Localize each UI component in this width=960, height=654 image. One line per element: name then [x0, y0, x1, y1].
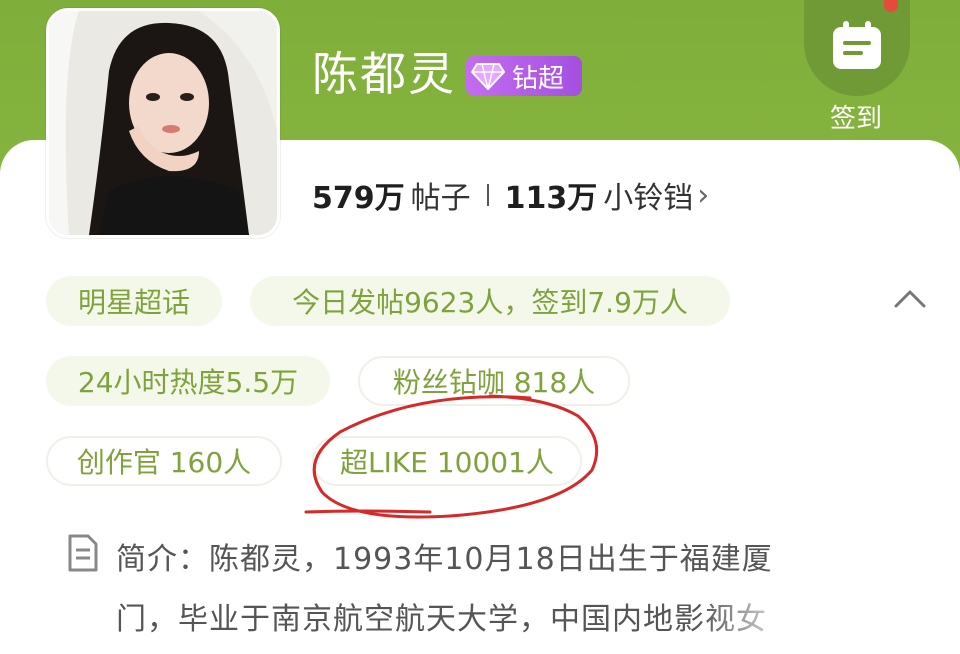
tag-heat[interactable]: 24小时热度5.5万 [46, 356, 330, 406]
avatar-photo [49, 11, 277, 235]
document-icon [66, 534, 100, 572]
bells-label: 小铃铛 [603, 181, 694, 216]
posts-count: 579万 [312, 181, 405, 216]
chevron-right-icon: › [697, 177, 710, 213]
chevron-up-icon[interactable] [890, 282, 930, 316]
tag-category[interactable]: 明星超话 [46, 276, 222, 326]
posts-label: 帖子 [410, 181, 471, 216]
badge-label: 钻超 [512, 63, 565, 94]
vip-badge[interactable]: 钻超 [466, 56, 582, 96]
tag-super-like[interactable]: 超LIKE 10001人 [312, 436, 582, 486]
bells-count: 113万 [504, 181, 598, 216]
stats-divider [486, 184, 489, 206]
watermark-overlay [700, 594, 950, 654]
tag-today-stats[interactable]: 今日发帖9623人，签到7.9万人 [250, 276, 730, 326]
page-title: 陈都灵 [312, 47, 456, 101]
calendar-icon [831, 21, 883, 75]
stats-row[interactable]: 579万 帖子 113万 小铃铛 › [312, 170, 709, 220]
intro-text-line-2: 门，毕业于南京航空航天大学，中国内地影视女 [116, 602, 767, 637]
signin-label[interactable]: 签到 [806, 98, 906, 135]
avatar[interactable] [46, 8, 280, 238]
diamond-icon [466, 56, 510, 96]
tag-creators[interactable]: 创作官 160人 [46, 436, 282, 486]
tag-fans[interactable]: 粉丝钻咖 818人 [358, 356, 630, 406]
intro-text-line-1: 简介：陈都灵，1993年10月18日出生于福建厦 [116, 542, 773, 577]
